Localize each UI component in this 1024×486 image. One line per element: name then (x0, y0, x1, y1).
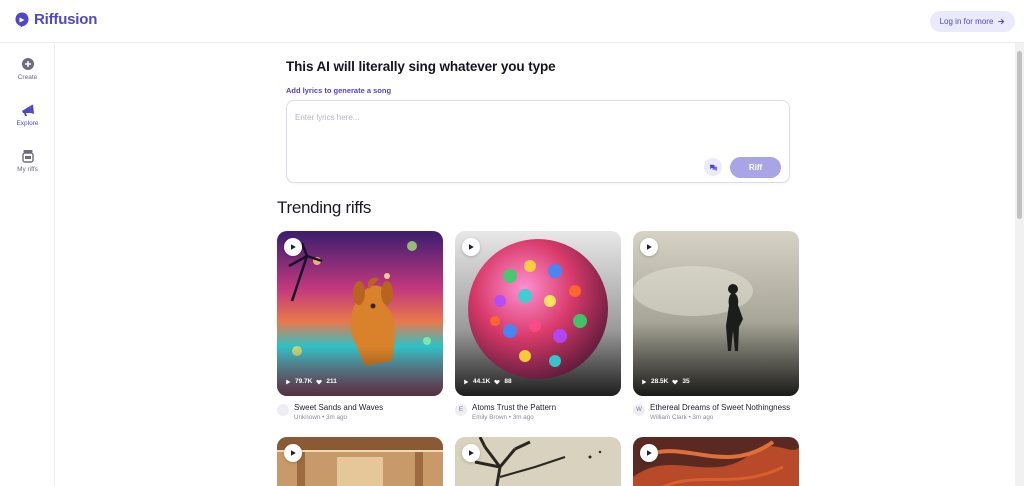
riff-thumbnail[interactable] (633, 437, 799, 486)
sidebar: Create Explore My riffs (0, 43, 55, 486)
avatar (277, 404, 289, 416)
sidebar-item-label: Create (17, 74, 38, 81)
avatar: E (455, 404, 467, 416)
sidebar-item-explore[interactable]: Explore (0, 103, 55, 127)
megaphone-icon (21, 104, 34, 116)
arrow-right-icon (998, 18, 1005, 25)
likes-count: 88 (504, 378, 512, 385)
plus-circle-icon (21, 58, 34, 70)
page-headline: This AI will literally sing whatever you… (286, 59, 556, 74)
riff-thumbnail[interactable] (455, 437, 621, 486)
scrollbar-thumb[interactable] (1017, 51, 1022, 219)
colorful-sphere-artwork (455, 231, 621, 396)
plays-icon (286, 379, 291, 384)
riff-thumbnail[interactable]: 44.1K 88 (455, 231, 621, 396)
riff-stats: 28.5K 35 (641, 378, 690, 385)
bare-tree-artwork (455, 437, 621, 486)
plays-count: 28.5K (651, 378, 669, 385)
app-root: Riffusion Log in for more Create Explore (0, 0, 1024, 486)
mode-toggle-button[interactable] (704, 158, 722, 176)
sidebar-item-my-riffs[interactable]: My riffs (0, 149, 55, 173)
riff-button[interactable]: Riff (730, 157, 781, 178)
login-button-label: Log in for more (939, 17, 994, 26)
lyrics-box: Riff (286, 100, 790, 183)
play-button[interactable] (640, 444, 658, 462)
play-icon (469, 450, 474, 456)
riff-card[interactable]: 28.5K 35 W Ethereal Dreams of Sweet Noth… (633, 231, 799, 426)
likes-count: 211 (326, 378, 337, 385)
jar-icon (21, 150, 34, 163)
interior-hall-artwork (277, 437, 443, 486)
lyrics-input[interactable] (295, 110, 775, 124)
riff-author-time: Emily Brown • 3m ago (472, 414, 534, 421)
play-icon (469, 244, 474, 250)
login-button[interactable]: Log in for more (930, 11, 1015, 32)
sidebar-item-create[interactable]: Create (0, 57, 55, 81)
play-button[interactable] (284, 444, 302, 462)
trending-title: Trending riffs (277, 198, 372, 217)
plays-count: 44.1K (473, 378, 491, 385)
play-icon (291, 450, 296, 456)
play-button[interactable] (640, 238, 658, 256)
heart-icon (494, 379, 500, 384)
chat-bubbles-icon (709, 164, 717, 171)
add-lyrics-label: Add lyrics to generate a song (286, 86, 392, 95)
riff-card[interactable]: 79.7K 211 Sweet Sands and Waves Unknown … (277, 231, 443, 426)
riff-title[interactable]: Ethereal Dreams of Sweet Nothingness (650, 403, 790, 412)
riff-title[interactable]: Atoms Trust the Pattern (472, 403, 556, 412)
avatar: W (633, 404, 645, 416)
riff-author-time: Unknown • 3m ago (294, 414, 347, 421)
play-button[interactable] (462, 238, 480, 256)
play-button[interactable] (462, 444, 480, 462)
logo[interactable]: Riffusion (15, 11, 97, 28)
likes-count: 35 (682, 378, 690, 385)
heart-icon (316, 379, 322, 384)
riff-thumbnail[interactable]: 28.5K 35 (633, 231, 799, 396)
riff-card[interactable]: 44.1K 88 E Atoms Trust the Pattern Emily… (455, 231, 621, 426)
riff-stats: 79.7K 211 (285, 378, 337, 385)
sidebar-item-label: My riffs (17, 166, 38, 173)
riff-thumbnail[interactable] (277, 437, 443, 486)
top-header: Riffusion Log in for more (0, 0, 1024, 43)
heart-icon (672, 379, 678, 384)
play-icon (291, 244, 296, 250)
dog-on-beach-artwork (277, 231, 443, 396)
app-name: Riffusion (34, 11, 98, 28)
riff-author-time: William Clark • 3m ago (650, 414, 714, 421)
plays-count: 79.7K (295, 378, 313, 385)
play-icon (647, 450, 652, 456)
red-swirl-artwork (633, 437, 799, 486)
page-scrollbar[interactable] (1015, 43, 1024, 486)
plays-icon (642, 379, 647, 384)
riff-title[interactable]: Sweet Sands and Waves (294, 403, 383, 412)
play-icon (647, 244, 652, 250)
foggy-figure-artwork (633, 231, 799, 396)
riffusion-logo-icon (15, 12, 29, 27)
riff-thumbnail[interactable]: 79.7K 211 (277, 231, 443, 396)
riff-stats: 44.1K 88 (463, 378, 512, 385)
plays-icon (464, 379, 469, 384)
sidebar-item-label: Explore (16, 120, 39, 127)
play-button[interactable] (284, 238, 302, 256)
